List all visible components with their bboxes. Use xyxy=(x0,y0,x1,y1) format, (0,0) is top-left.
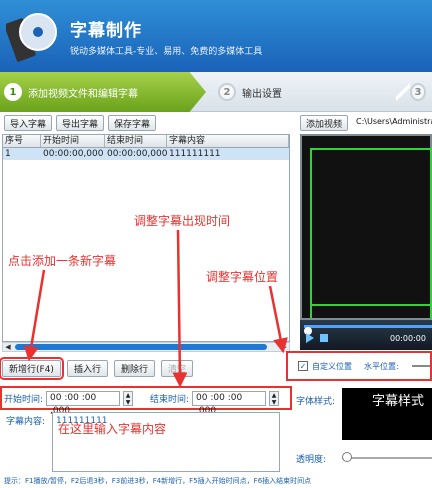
horizontal-position-slider[interactable] xyxy=(412,365,430,367)
transparency-slider[interactable] xyxy=(342,457,432,459)
font-style-preview[interactable]: 字幕样式 xyxy=(342,388,432,440)
annotation-add-row: 点击添加一条新字幕 xyxy=(8,254,117,268)
step-separator xyxy=(396,72,410,112)
step-add-video[interactable]: 1 添加视频文件和编辑字幕 xyxy=(0,72,206,112)
delete-row-button[interactable]: 删除行 xyxy=(113,360,155,377)
video-screen: 11 xyxy=(310,148,432,320)
end-time-label: 结束时间: xyxy=(150,394,190,405)
time-display: 00:00:00 xyxy=(390,334,426,343)
start-time-input[interactable]: 00 :00 :00 ,000 xyxy=(46,390,121,416)
annotation-adjust-position: 调整字幕位置 xyxy=(206,270,279,284)
cell-content: 111111111 xyxy=(169,149,221,159)
add-video-button[interactable]: 添加视频 xyxy=(300,115,349,131)
save-subtitle-button[interactable]: 保存字幕 xyxy=(108,115,157,131)
app-title: 字幕制作 xyxy=(70,21,142,41)
annotation-input-here: 在这里输入字幕内容 xyxy=(58,422,167,436)
clear-button[interactable]: 清空 xyxy=(160,360,193,377)
custom-position-group: ✓ 自定义位置 水平位置: xyxy=(286,351,432,381)
column-end[interactable]: 结束时间 xyxy=(105,135,167,147)
step-number: 3 xyxy=(410,83,426,101)
shortcut-hint: 提示：F1播放/暂停，F2后退3秒，F3前进3秒，F4新增行，F5插入开始时间点… xyxy=(4,477,312,485)
app-subtitle: 锐动多媒体工具-专业、易用、免费的多媒体工具 xyxy=(70,47,263,57)
cell-end: 00:00:00,000 xyxy=(107,149,168,159)
row-buttons: 新增行(F4) 插入行 删除行 清空 xyxy=(0,357,193,380)
table-header: 序号 开始时间 结束时间 字幕内容 xyxy=(3,135,289,148)
table-horizontal-scrollbar[interactable]: ◀ ▶ xyxy=(2,342,290,352)
column-index[interactable]: 序号 xyxy=(3,135,41,147)
player-controls: 00:00:00 xyxy=(300,320,432,350)
position-guide-horizontal[interactable] xyxy=(312,304,432,306)
stop-icon[interactable] xyxy=(320,334,328,342)
end-time-spinner-icon[interactable]: ▲ ▼ xyxy=(269,390,280,406)
app-header: 字幕制作 锐动多媒体工具-专业、易用、免费的多媒体工具 xyxy=(0,0,432,72)
step-number: 1 xyxy=(4,83,22,101)
scroll-right-icon[interactable]: ▶ xyxy=(279,343,289,351)
video-player[interactable]: 11 xyxy=(300,134,432,320)
play-icon[interactable] xyxy=(306,333,314,343)
cell-index: 1 xyxy=(5,149,11,159)
transparency-slider-knob[interactable] xyxy=(342,452,352,462)
horizontal-position-label: 水平位置: xyxy=(364,362,399,371)
start-time-group: 开始时间: 00 :00 :00 ,000 ▲ ▼ xyxy=(4,390,134,416)
add-row-button[interactable]: 新增行(F4) xyxy=(0,357,64,380)
custom-position-checkbox[interactable]: ✓ xyxy=(298,361,308,371)
film-disc-logo-icon xyxy=(6,13,57,62)
step-output-settings[interactable]: 2 输出设置 xyxy=(214,72,404,112)
subtitle-toolbar: 导入字幕 导出字幕 保存字幕 xyxy=(4,115,157,131)
export-subtitle-button[interactable]: 导出字幕 xyxy=(56,115,105,131)
step-number: 2 xyxy=(218,83,236,101)
start-time-spinner-icon[interactable]: ▲ ▼ xyxy=(123,390,134,406)
end-time-input[interactable]: 00 :00 :00 ,000 xyxy=(192,390,267,416)
transparency-label: 透明度: xyxy=(296,455,327,465)
font-style-label: 字体样式: xyxy=(296,397,336,407)
cell-start: 00:00:00,000 xyxy=(43,149,104,159)
video-path: C:\Users\Administrat xyxy=(356,117,432,126)
scroll-left-icon[interactable]: ◀ xyxy=(3,343,13,351)
content-label: 字幕内容: xyxy=(6,417,46,427)
step-3[interactable]: 3 xyxy=(410,72,432,112)
insert-row-button[interactable]: 插入行 xyxy=(66,360,108,377)
step-label: 添加视频文件和编辑字幕 xyxy=(28,88,138,100)
column-content[interactable]: 字幕内容 xyxy=(167,135,289,147)
scrollbar-thumb[interactable] xyxy=(15,344,267,350)
start-time-label: 开始时间: xyxy=(4,394,44,405)
seek-bar[interactable] xyxy=(304,325,432,335)
column-start[interactable]: 开始时间 xyxy=(41,135,105,147)
wizard-steps: 1 添加视频文件和编辑字幕 2 输出设置 3 xyxy=(0,72,432,112)
import-subtitle-button[interactable]: 导入字幕 xyxy=(4,115,53,131)
table-row[interactable]: 1 00:00:00,000 00:00:00,000 111111111 xyxy=(3,148,289,160)
end-time-group: 结束时间: 00 :00 :00 ,000 ▲ ▼ xyxy=(150,390,280,416)
subtitle-table[interactable]: 序号 开始时间 结束时间 字幕内容 1 00:00:00,000 00:00:0… xyxy=(2,134,290,342)
step-label: 输出设置 xyxy=(242,88,282,100)
annotation-adjust-time: 调整字幕出现时间 xyxy=(134,214,231,228)
custom-position-label: 自定义位置 xyxy=(312,362,352,371)
